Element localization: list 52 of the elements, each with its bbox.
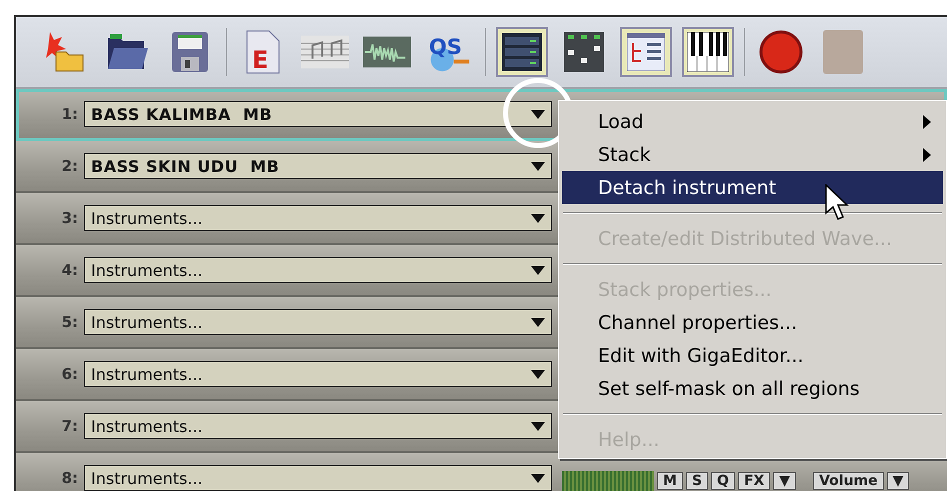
instrument-dropdown[interactable]: Instruments... <box>84 465 552 491</box>
folder-icon <box>106 32 150 72</box>
instrument-dropdown[interactable]: BASS KALIMBA MB <box>84 101 552 127</box>
channel-button[interactable]: M <box>657 472 683 490</box>
instrument-dropdown[interactable]: Instruments... <box>84 257 552 283</box>
instrument-dropdown[interactable]: BASS SKIN UDU MB <box>84 153 552 179</box>
channel-button[interactable]: ▼ <box>773 472 796 490</box>
channel-button[interactable]: S <box>686 472 708 490</box>
toolbar-button[interactable] <box>682 27 734 77</box>
menu-item[interactable]: Channel properties... <box>562 306 943 339</box>
channel-number: 3: <box>60 209 79 227</box>
stop-icon <box>823 30 863 74</box>
dropdown-arrow-icon <box>531 370 545 378</box>
dropdown-arrow-icon <box>531 422 545 430</box>
channel-number: 2: <box>60 157 79 175</box>
dropdown-arrow-icon <box>531 110 545 118</box>
instrument-dropdown[interactable]: Instruments... <box>84 413 552 439</box>
dropdown-arrow-icon <box>531 318 545 326</box>
volume-dropdown-button[interactable]: ▼ <box>886 472 910 490</box>
channel-number: 4: <box>60 261 79 279</box>
list-view-icon <box>627 33 665 71</box>
channel-button[interactable]: FX <box>738 472 770 490</box>
menu-item[interactable]: Load <box>562 105 943 138</box>
mixer-icon <box>564 32 604 72</box>
volume-dropdown[interactable]: Volume <box>813 472 884 490</box>
menu-item[interactable]: Set self-mask on all regions <box>562 372 943 405</box>
instrument-dropdown[interactable]: Instruments... <box>84 309 552 335</box>
toolbar-button[interactable] <box>496 27 548 77</box>
rack-view-icon <box>502 33 542 71</box>
dropdown-arrow-icon <box>531 214 545 222</box>
music-notes-icon <box>301 35 349 69</box>
new-folder-icon <box>46 30 86 74</box>
document-icon: E <box>246 30 280 74</box>
channel-number: 6: <box>60 365 79 383</box>
channel-button[interactable]: Q <box>711 472 735 490</box>
dropdown-arrow-icon <box>531 162 545 170</box>
menu-item[interactable]: Edit with GigaEditor... <box>562 339 943 372</box>
record-icon <box>759 30 803 74</box>
instrument-dropdown[interactable]: Instruments... <box>84 361 552 387</box>
channel-number: 7: <box>60 417 79 435</box>
dropdown-arrow-icon <box>531 474 545 482</box>
menu-item[interactable]: Stack <box>562 138 943 171</box>
channel-number: 5: <box>60 313 79 331</box>
toolbar-button[interactable]: E <box>237 27 289 77</box>
channel-number: 8: <box>60 469 79 487</box>
waveform-icon <box>363 36 411 68</box>
piano-keys-icon <box>687 32 729 72</box>
channel-number: 1: <box>60 105 79 123</box>
menu-item[interactable]: Detach instrument <box>562 171 943 204</box>
mouse-pointer-icon <box>825 184 849 222</box>
instrument-dropdown[interactable]: Instruments... <box>84 205 552 231</box>
dropdown-arrow-icon <box>531 266 545 274</box>
